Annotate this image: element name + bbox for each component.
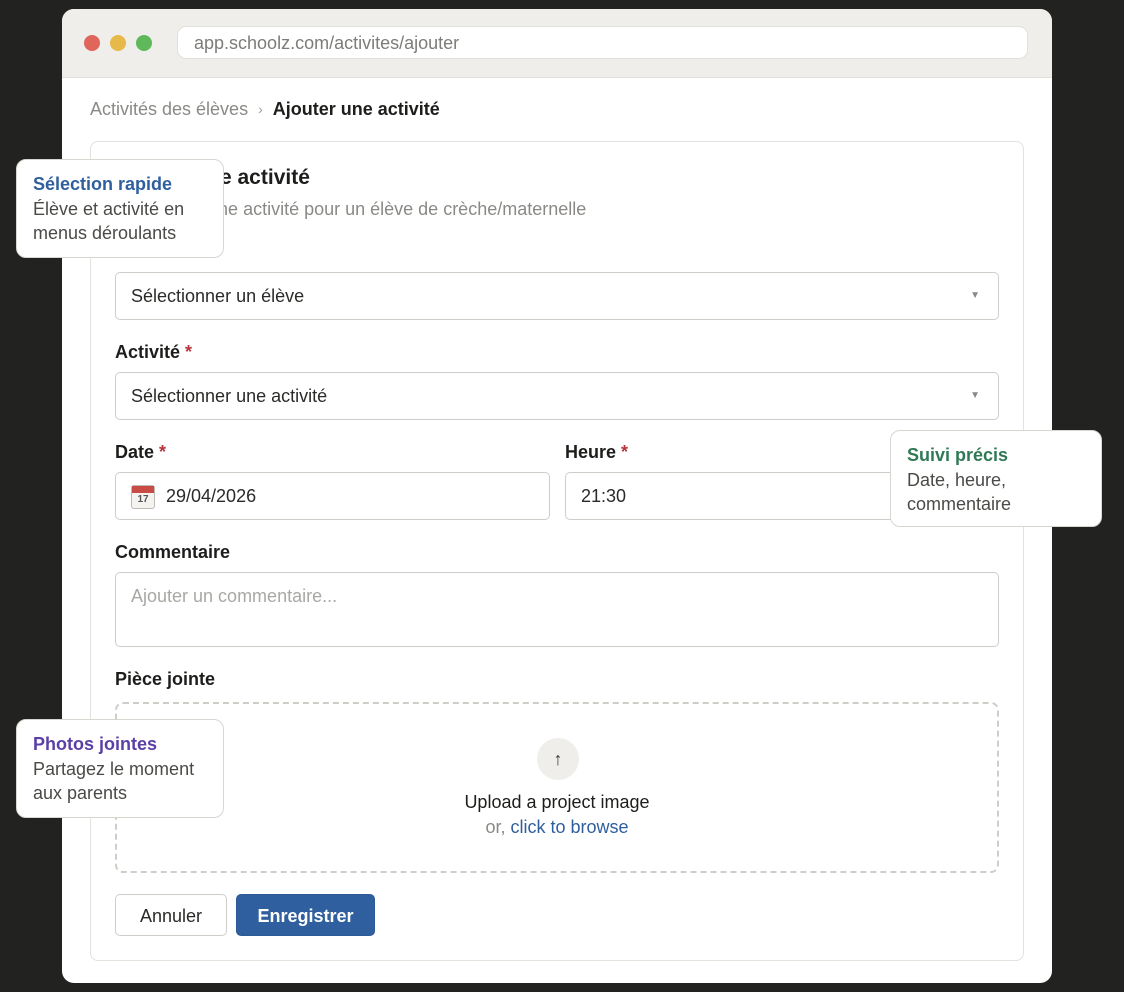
- eleve-select-value: Sélectionner un élève: [131, 286, 305, 306]
- breadcrumb-parent-link[interactable]: Activités des élèves: [90, 99, 248, 119]
- activity-form-card: Ajouter une activité Enregistrer une act…: [90, 141, 1024, 961]
- activite-label: Activité *: [115, 342, 193, 362]
- callout-suivi-precis: Suivi précis Date, heure, commentaire: [890, 430, 1102, 527]
- breadcrumb: Activités des élèves › Ajouter une activit…: [90, 97, 440, 122]
- browse-link[interactable]: click to browse: [510, 817, 628, 837]
- eleve-select[interactable]: Sélectionner un élève ▼: [115, 272, 999, 320]
- heure-label: Heure *: [565, 442, 629, 462]
- date-label: Date *: [115, 442, 167, 462]
- required-mark: *: [621, 442, 629, 462]
- chevron-down-icon: ▼: [970, 390, 980, 401]
- maximize-window-dot[interactable]: [136, 35, 152, 51]
- address-bar[interactable]: app.schoolz.com/activites/ajouter: [177, 26, 1028, 59]
- breadcrumb-separator-icon: ›: [258, 101, 263, 117]
- browser-chrome: app.schoolz.com/activites/ajouter: [62, 9, 1052, 78]
- date-input[interactable]: 17 29/04/2026: [115, 472, 550, 520]
- commentaire-label: Commentaire: [115, 542, 231, 562]
- calendar-icon: 17: [131, 485, 155, 509]
- upload-title: Upload a project image: [464, 792, 650, 812]
- callout-body: Date, heure, commentaire: [907, 469, 1012, 515]
- upload-dropzone[interactable]: ↑ Upload a project image or, click to br…: [115, 702, 999, 873]
- callout-body: Partagez le moment aux parents: [33, 758, 195, 804]
- callout-title: Sélection rapide: [33, 174, 173, 194]
- commentaire-textarea[interactable]: Ajouter un commentaire...: [115, 572, 999, 647]
- upload-arrow-icon: ↑: [537, 738, 579, 780]
- activite-select[interactable]: Sélectionner une activité ▼: [115, 372, 999, 420]
- close-window-dot[interactable]: [84, 35, 100, 51]
- callout-body: Élève et activité en menus déroulants: [33, 198, 185, 244]
- save-button[interactable]: Enregistrer: [236, 894, 375, 936]
- chevron-down-icon: ▼: [970, 290, 980, 301]
- callout-photos-jointes: Photos jointes Partagez le moment aux pa…: [16, 719, 224, 818]
- cancel-button[interactable]: Annuler: [115, 894, 227, 936]
- callout-title: Suivi précis: [907, 445, 1009, 465]
- required-mark: *: [185, 342, 193, 362]
- date-value: 29/04/2026: [166, 486, 257, 506]
- callout-selection-rapide: Sélection rapide Élève et activité en me…: [16, 159, 224, 258]
- activite-select-value: Sélectionner une activité: [131, 386, 328, 406]
- required-mark: *: [159, 442, 167, 462]
- heure-value: 21:30: [581, 486, 627, 506]
- piece-jointe-label: Pièce jointe: [115, 669, 216, 689]
- upload-subtext: or, click to browse: [485, 817, 629, 837]
- minimize-window-dot[interactable]: [110, 35, 126, 51]
- callout-title: Photos jointes: [33, 734, 158, 754]
- breadcrumb-current: Ajouter une activité: [272, 99, 440, 119]
